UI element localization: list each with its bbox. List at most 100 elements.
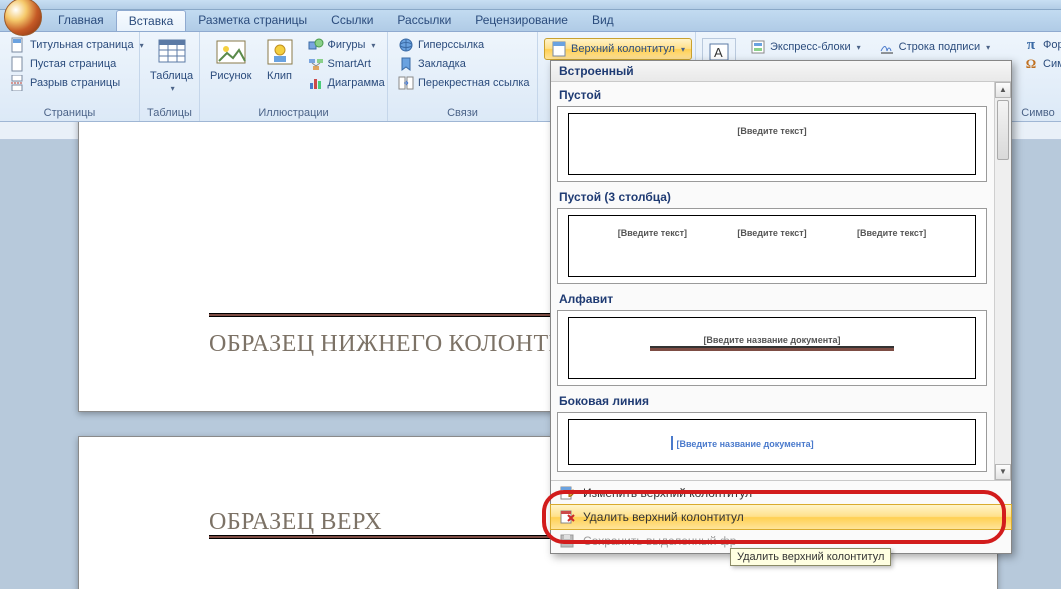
gallery-builtin-heading: Встроенный [551,61,1011,82]
picture-label: Рисунок [210,70,252,82]
smartart-button[interactable]: SmartArt [304,55,389,73]
edit-header-label: Изменить верхний колонтитул [583,486,752,500]
scroll-down-icon[interactable]: ▼ [995,464,1011,480]
chart-button[interactable]: Диаграмма [304,74,389,92]
pi-icon: π [1023,37,1039,53]
clipart-label: Клип [267,70,292,82]
table-button[interactable]: Таблица ▾ [146,34,197,95]
blank-page-button[interactable]: Пустая страница [6,55,148,73]
page-break-button[interactable]: Разрыв страницы [6,74,148,92]
quickparts-icon [750,39,766,55]
cover-page-icon [10,37,26,53]
gallery-item-alphabet[interactable]: [Введите название документа] [557,310,987,386]
tab-references[interactable]: Ссылки [319,10,385,31]
tab-insert[interactable]: Вставка [116,10,187,31]
clipart-icon [264,36,296,68]
shapes-button[interactable]: Фигуры ▾ [304,36,389,54]
crossref-icon [398,75,414,91]
scroll-thumb[interactable] [997,100,1009,160]
header-icon [551,41,567,57]
chevron-down-icon: ▾ [371,41,375,50]
placeholder-text: [Введите текст] [737,228,806,238]
ribbon-tabs: Главная Вставка Разметка страницы Ссылки… [0,10,1061,32]
chart-icon [308,75,324,91]
bookmark-label: Закладка [418,58,466,70]
symbol-button[interactable]: Ω Симв [1019,55,1061,73]
textbox-icon: A [709,43,729,61]
placeholder-text: [Введите текст] [737,126,806,136]
gallery-footer: Изменить верхний колонтитул Удалить верх… [551,480,1011,553]
clipart-button[interactable]: Клип [260,34,300,84]
crossref-button[interactable]: Перекрестная ссылка [394,74,534,92]
chevron-down-icon: ▾ [171,84,175,93]
group-tables-label: Таблицы [146,106,193,121]
placeholder-text: [Введите название документа] [677,439,814,449]
header-label: Верхний колонтитул [571,43,675,55]
placeholder-text: [Введите название документа] [703,335,840,345]
header-button[interactable]: Верхний колонтитул ▾ [544,38,692,60]
shapes-label: Фигуры [328,39,366,51]
crossref-label: Перекрестная ссылка [418,77,530,89]
smartart-icon [308,56,324,72]
tab-home[interactable]: Главная [46,10,116,31]
save-icon [559,533,575,549]
omega-icon: Ω [1023,56,1039,72]
gallery-item-sideline[interactable]: [Введите название документа] [557,412,987,472]
blank-page-icon [10,56,26,72]
group-links-label: Связи [394,106,531,121]
equation-label: Форм [1043,39,1061,51]
gallery-scrollbar[interactable]: ▲ ▼ [994,82,1011,480]
placeholder-text: [Введите текст] [857,228,926,238]
table-icon [156,36,188,68]
equation-button[interactable]: π Форм [1019,36,1061,54]
gallery-item-blank-3col[interactable]: [Введите текст] [Введите текст] [Введите… [557,208,987,284]
group-illustrations-label: Иллюстрации [206,106,381,121]
hyperlink-label: Гиперссылка [418,39,484,51]
signature-button[interactable]: Строка подписи ▾ [875,38,994,56]
svg-text:A: A [714,45,723,60]
remove-header-menu[interactable]: Удалить верхний колонтитул [550,504,1012,530]
group-illustrations: Рисунок Клип Фигуры ▾ [200,32,388,121]
group-pages: Титульная страница ▾ Пустая страница Раз… [0,32,140,121]
edit-header-menu[interactable]: Изменить верхний колонтитул [551,481,1011,505]
header-sample-text: ОБРАЗЕЦ ВЕРХ [209,507,382,536]
gallery-item-blank-title: Пустой [559,88,987,102]
blank-page-label: Пустая страница [30,58,116,70]
symbol-label: Симв [1043,58,1061,70]
tab-mailings[interactable]: Рассылки [385,10,463,31]
group-links: Гиперссылка Закладка Перекрестная ссылка… [388,32,538,121]
header-gallery-dropdown: Встроенный ▲ ▼ Пустой [Введите текст] Пу… [550,60,1012,554]
titlebar [0,0,1061,10]
scroll-up-icon[interactable]: ▲ [995,82,1011,98]
save-selection-label: Сохранить выделенный фр [583,534,736,548]
quickparts-button[interactable]: Экспресс-блоки ▾ [746,38,865,56]
tab-view[interactable]: Вид [580,10,626,31]
bookmark-button[interactable]: Закладка [394,55,534,73]
smartart-label: SmartArt [328,58,371,70]
quickparts-label: Экспресс-блоки [770,41,851,53]
gallery-item-blank[interactable]: [Введите текст] [557,106,987,182]
chart-label: Диаграмма [328,77,385,89]
page-break-icon [10,75,26,91]
cover-page-button[interactable]: Титульная страница ▾ [6,36,148,54]
bookmark-icon [398,56,414,72]
chevron-down-icon: ▾ [857,43,861,52]
edit-icon [559,485,575,501]
hyperlink-button[interactable]: Гиперссылка [394,36,534,54]
remove-header-label: Удалить верхний колонтитул [583,510,744,524]
signature-label: Строка подписи [899,41,980,53]
shapes-icon [308,37,324,53]
tab-page-layout[interactable]: Разметка страницы [186,10,319,31]
picture-button[interactable]: Рисунок [206,34,256,84]
cover-page-label: Титульная страница [30,39,134,51]
page-break-label: Разрыв страницы [30,77,120,89]
group-pages-label: Страницы [6,106,133,121]
group-symbols-label: Симво [1019,106,1057,121]
picture-icon [215,36,247,68]
gallery-item-sideline-title: Боковая линия [559,394,987,408]
chevron-down-icon: ▾ [681,45,685,54]
tab-review[interactable]: Рецензирование [463,10,580,31]
chevron-down-icon: ▾ [986,43,990,52]
remove-icon [559,509,575,525]
group-tables: Таблица ▾ Таблицы [140,32,200,121]
